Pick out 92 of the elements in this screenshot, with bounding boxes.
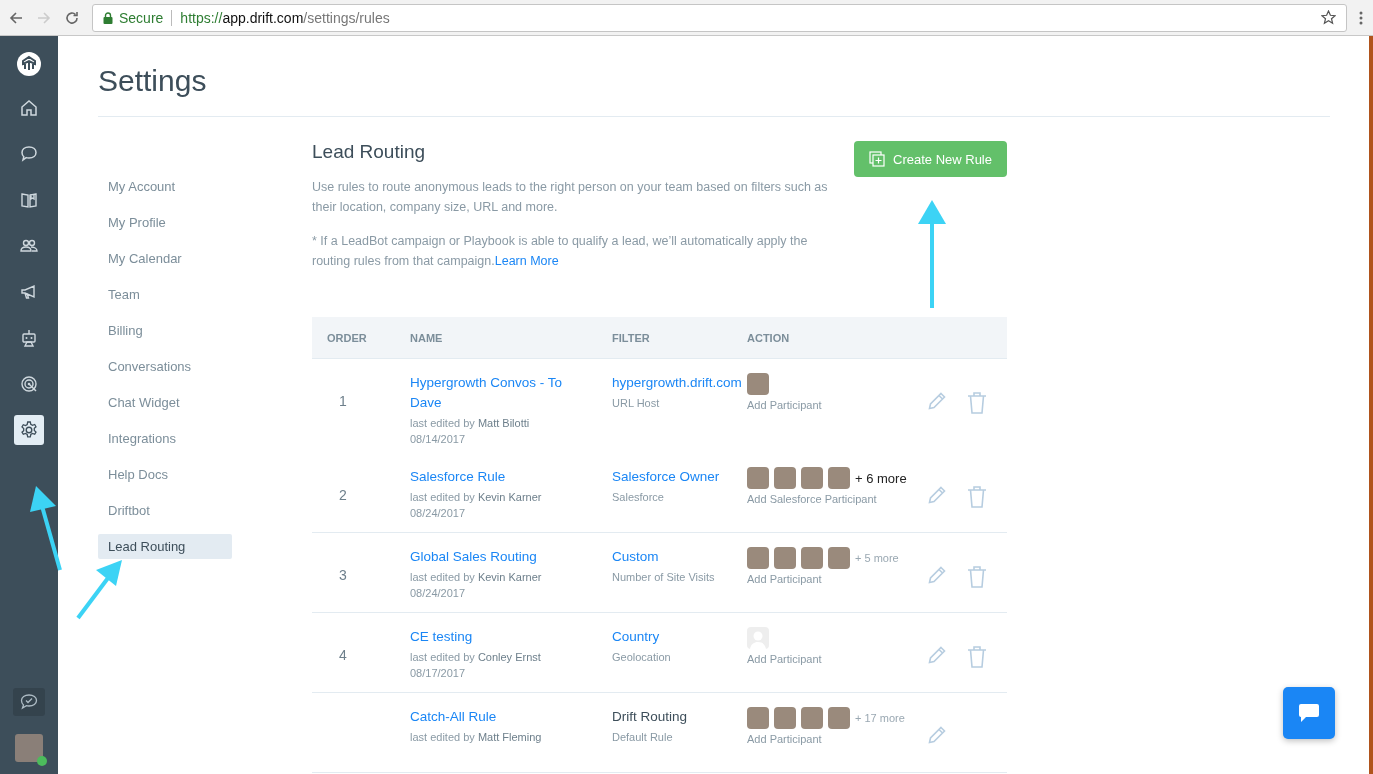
participant-photo (774, 707, 796, 729)
page-title: Settings (98, 36, 1330, 117)
settings-nav-item[interactable]: Help Docs (98, 462, 232, 487)
add-participant-link[interactable]: Add Participant (747, 398, 822, 413)
column-header: NAME (410, 331, 444, 344)
column-header: ACTION (747, 331, 791, 344)
participant-photo (747, 467, 769, 489)
book-icon (19, 190, 39, 210)
description-text: Use rules to route anonymous leads to the right person on your team based on filters such as their location, company size, URL and more. (312, 179, 829, 216)
filter-type: Number of Site Visits (612, 570, 715, 585)
rule-name-link[interactable]: Catch-All Rule (410, 707, 497, 727)
last-edited-text: last edited by Conley Ernst (410, 650, 541, 665)
rule-name-link[interactable]: CE testing (410, 627, 473, 647)
filter-type: URL Host (612, 396, 660, 411)
settings-nav-item[interactable]: Driftbot (98, 498, 232, 523)
secure-label: Secure (119, 9, 164, 26)
participant-photo (801, 547, 823, 569)
participant-photo (747, 373, 769, 395)
participant-photo (747, 707, 769, 729)
learn-more-link[interactable]: Learn More (494, 254, 559, 268)
edit-date: 08/24/2017 (410, 506, 466, 521)
participant-photo (828, 547, 850, 569)
settings-nav-item[interactable]: Billing (98, 318, 232, 343)
participant-photo (828, 467, 850, 489)
add-participant-link[interactable]: Add Participant (747, 732, 822, 747)
reload-icon[interactable] (64, 9, 80, 26)
order-number: 3 (338, 566, 348, 583)
filter-name: Drift Routing (612, 708, 688, 726)
settings-nav-item[interactable]: My Profile (98, 210, 232, 235)
participant-photo (774, 467, 796, 489)
add-participant-link[interactable]: Add Participant (747, 572, 822, 587)
filter-link[interactable]: Country (612, 627, 660, 647)
order-number: 1 (338, 392, 348, 409)
settings-nav-item[interactable]: Lead Routing (98, 534, 232, 559)
edit-date: 08/24/2017 (410, 586, 466, 601)
settings-icon (19, 420, 39, 440)
more-participants-count: + 6 more (855, 470, 907, 486)
column-header: FILTER (612, 331, 651, 344)
add-participant-link[interactable]: Add Participant (747, 652, 822, 667)
chat-check-icon (19, 693, 39, 711)
note-text: * If a LeadBot campaign or Playbook is able to qualify a lead, we’ll automatically apply the routing rules from that campaign.Learn More (312, 233, 809, 270)
participant-photo (774, 547, 796, 569)
back-icon[interactable] (8, 9, 24, 26)
last-edited-text: last edited by Kevin Karner (410, 490, 542, 505)
settings-nav-item[interactable]: My Calendar (98, 246, 232, 271)
participant-photo (747, 547, 769, 569)
chat-bubble-icon (1298, 703, 1320, 723)
filter-type: Default Rule (612, 730, 673, 745)
filter-link[interactable]: hypergrowth.drift.com (612, 373, 742, 393)
target-icon (19, 374, 39, 394)
address-bar[interactable]: Secure https://app.drift.com/settings/rules (92, 3, 1347, 32)
edit-date: 08/17/2017 (410, 666, 466, 681)
filter-link[interactable]: Salesforce Owner (612, 467, 720, 487)
copy-plus-icon (869, 151, 885, 167)
section-title: Lead Routing (312, 141, 427, 163)
settings-nav-item[interactable]: Team (98, 282, 232, 307)
settings-nav-item[interactable]: Chat Widget (98, 390, 232, 415)
home-icon (19, 98, 39, 118)
rule-name-link[interactable]: Salesforce Rule (410, 467, 506, 487)
filter-type: Geolocation (612, 650, 671, 665)
settings-nav-item[interactable]: My Account (98, 174, 232, 199)
column-header: ORDER (327, 331, 368, 344)
chat-launcher-button[interactable] (1283, 687, 1335, 739)
add-participant-link[interactable]: Add Salesforce Participant (747, 492, 877, 507)
url-text: https://app.drift.com/settings/rules (180, 9, 390, 26)
menu-icon[interactable] (1359, 10, 1363, 25)
chat-icon (19, 144, 39, 164)
order-number: 4 (338, 646, 348, 663)
more-participants-count: + 17 more (855, 712, 905, 724)
participant-photo (801, 467, 823, 489)
participant-photo (828, 707, 850, 729)
order-number: 2 (338, 486, 348, 503)
more-participants-count: + 5 more (855, 552, 899, 564)
rule-name-link[interactable]: Hypergrowth Convos - To Dave (410, 373, 575, 413)
participant-photo (801, 707, 823, 729)
lock-icon (103, 11, 113, 24)
last-edited-text: last edited by Kevin Karner (410, 570, 542, 585)
settings-nav-item[interactable]: Integrations (98, 426, 232, 451)
settings-nav-button[interactable] (14, 415, 44, 445)
settings-nav-item[interactable]: Conversations (98, 354, 232, 379)
create-rule-button[interactable]: Create New Rule (854, 141, 1007, 177)
last-edited-text: last edited by Matt Fleming (410, 730, 542, 745)
robot-icon (19, 328, 39, 348)
filter-type: Salesforce (612, 490, 664, 505)
chat-check-button[interactable] (13, 688, 45, 716)
last-edited-text: last edited by Matt Bilotti (410, 416, 530, 431)
rule-name-link[interactable]: Global Sales Routing (410, 547, 537, 567)
logo-icon[interactable] (17, 52, 41, 76)
filter-link[interactable]: Custom (612, 547, 659, 567)
edit-date: 08/14/2017 (410, 432, 466, 447)
bookmark-star-icon[interactable] (1321, 10, 1336, 25)
annotation-arrow (76, 560, 122, 620)
